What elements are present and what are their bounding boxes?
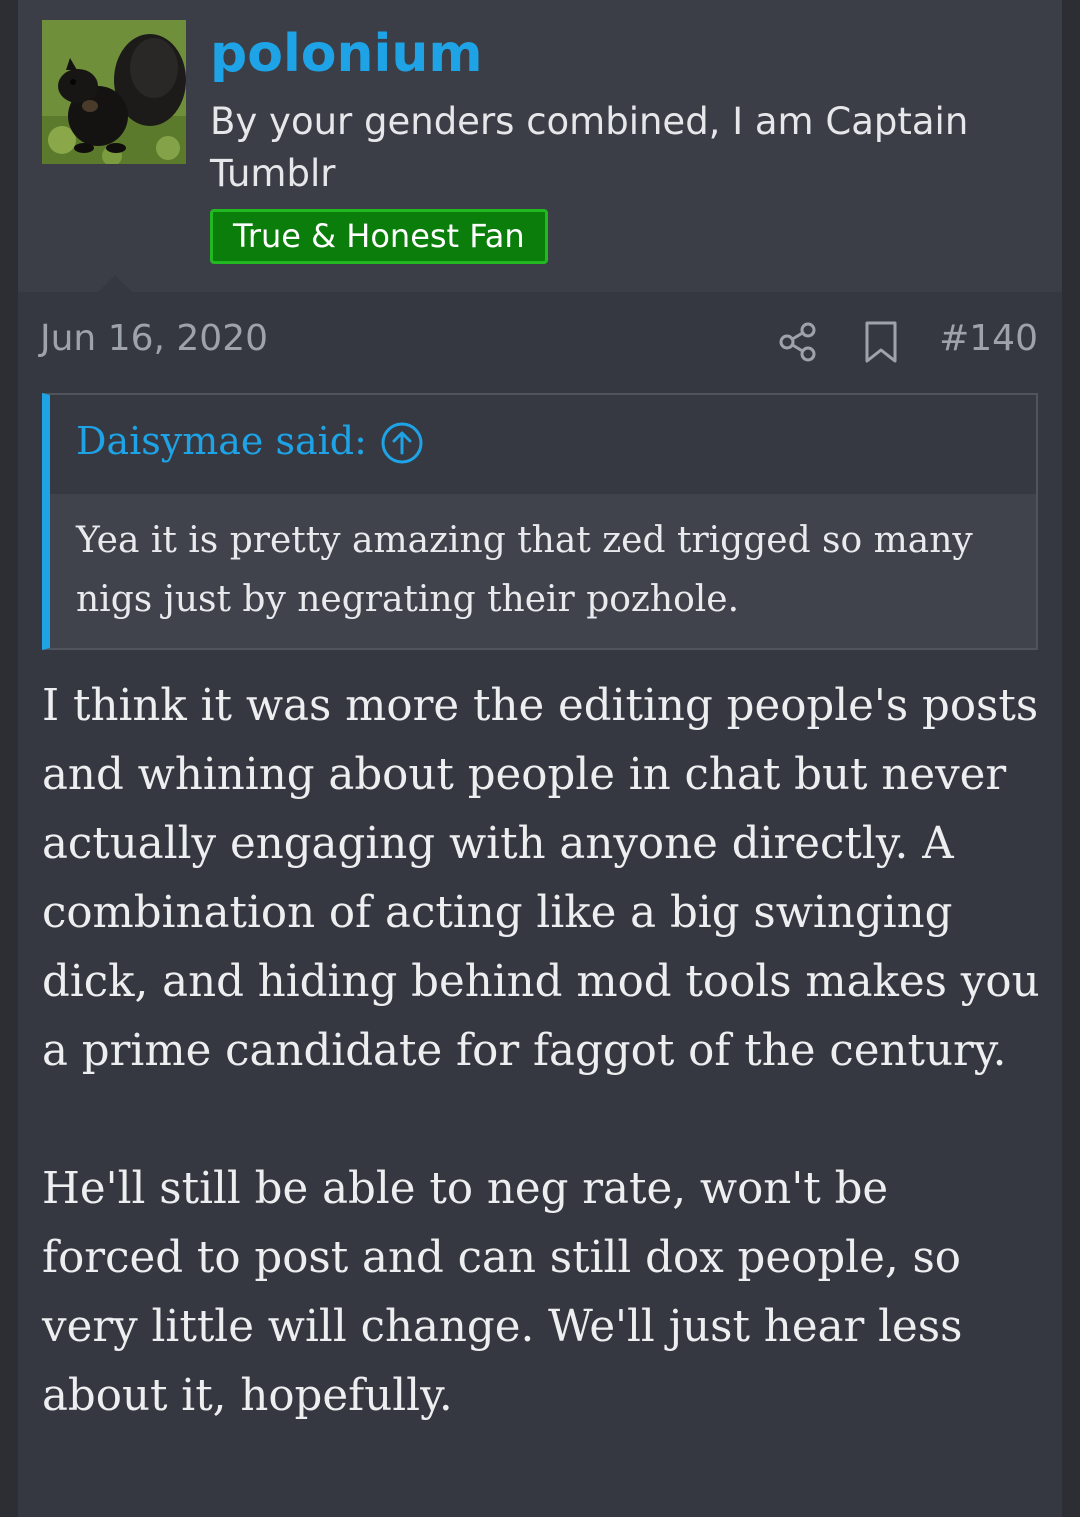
post-number-link[interactable]: #140 bbox=[939, 318, 1038, 359]
post-container: polonium By your genders combined, I am … bbox=[18, 0, 1062, 1517]
bookmark-icon[interactable] bbox=[864, 320, 898, 364]
username-link[interactable]: polonium bbox=[210, 25, 483, 83]
quote-header: Daisymae said: bbox=[50, 395, 1036, 494]
user-header: polonium By your genders combined, I am … bbox=[18, 0, 1062, 292]
post-body: I think it was more the editing people's… bbox=[42, 672, 1042, 1431]
post-date-link[interactable]: Jun 16, 2020 bbox=[40, 318, 268, 359]
quote-block: Daisymae said: Yea it is pretty amazing … bbox=[42, 393, 1038, 650]
quote-text: Yea it is pretty amazing that zed trigge… bbox=[76, 520, 973, 620]
user-title: By your genders combined, I am Captain T… bbox=[210, 100, 969, 195]
share-icon[interactable] bbox=[778, 322, 818, 362]
squirrel-avatar-image bbox=[42, 20, 186, 164]
post-paragraph: He'll still be able to neg rate, won't b… bbox=[42, 1164, 963, 1421]
quote-author-link[interactable]: Daisymae said: bbox=[76, 419, 367, 463]
post-paragraph: I think it was more the editing people's… bbox=[42, 681, 1040, 1076]
user-avatar[interactable] bbox=[42, 20, 186, 164]
user-banner-badge: True & Honest Fan bbox=[210, 209, 548, 264]
message-arrow bbox=[98, 275, 132, 292]
arrow-up-circle-icon[interactable] bbox=[380, 421, 424, 465]
